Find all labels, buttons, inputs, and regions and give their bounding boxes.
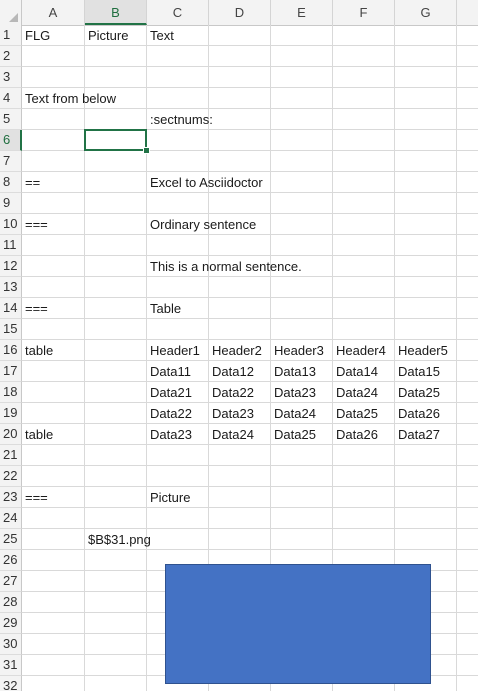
cell-d18[interactable]: Data22 [209,382,254,402]
row-header-15[interactable]: 15 [0,319,22,340]
row-header-25[interactable]: 25 [0,529,22,550]
cell-d17[interactable]: Data12 [209,361,254,381]
row-header-4[interactable]: 4 [0,88,22,109]
cell-f18[interactable]: Data24 [333,382,378,402]
cell-e16[interactable]: Header3 [271,340,324,360]
gridline-horizontal [22,549,478,550]
cell-g19[interactable]: Data26 [395,403,440,423]
cell-a10[interactable]: === [22,214,48,234]
row-header-24[interactable]: 24 [0,508,22,529]
gridline-horizontal [22,192,478,193]
gridline-horizontal [22,108,478,109]
cell-b25[interactable]: $B$31.png [85,529,151,549]
cell-c16[interactable]: Header1 [147,340,200,360]
cell-a4[interactable]: Text from below [22,88,116,108]
cell-d16[interactable]: Header2 [209,340,262,360]
column-header-c[interactable]: C [147,0,209,25]
cell-g16[interactable]: Header5 [395,340,448,360]
cell-c8[interactable]: Excel to Asciidoctor [147,172,263,192]
cell-c19[interactable]: Data22 [147,403,192,423]
cell-c5[interactable]: :sectnums: [147,109,213,129]
row-header-1[interactable]: 1 [0,25,22,46]
spreadsheet[interactable]: ABCDEFG 1 2 3 4 5 6 7 8 9 10 11 12 13 14 15 16 17 18 19 20 2… [0,0,478,691]
row-header-29[interactable]: 29 [0,613,22,634]
row-header-14[interactable]: 14 [0,298,22,319]
row-header-16[interactable]: 16 [0,340,22,361]
cell-g20[interactable]: Data27 [395,424,440,444]
active-cell-selection[interactable] [84,129,147,151]
cell-b1[interactable]: Picture [85,25,128,45]
cell-a16[interactable]: table [22,340,53,360]
cell-a8[interactable]: == [22,172,40,192]
column-header-b[interactable]: B [85,0,147,25]
cell-c18[interactable]: Data21 [147,382,192,402]
cell-g17[interactable]: Data15 [395,361,440,381]
cell-f19[interactable]: Data25 [333,403,378,423]
gridline-horizontal [22,66,478,67]
fill-handle[interactable] [143,147,150,154]
gridline-horizontal [22,486,478,487]
cell-e19[interactable]: Data24 [271,403,316,423]
gridline-horizontal [22,45,478,46]
row-header-7[interactable]: 7 [0,151,22,172]
row-header-32[interactable]: 32 [0,676,22,691]
cell-c12[interactable]: This is a normal sentence. [147,256,302,276]
row-header-30[interactable]: 30 [0,634,22,655]
row-header-6[interactable]: 6 [0,130,22,151]
row-header-11[interactable]: 11 [0,235,22,256]
row-header-5[interactable]: 5 [0,109,22,130]
cell-e18[interactable]: Data23 [271,382,316,402]
row-header-17[interactable]: 17 [0,361,22,382]
gridline-horizontal [22,234,478,235]
cell-a1[interactable]: FLG [22,25,50,45]
cell-c17[interactable]: Data11 [147,361,191,381]
row-header-28[interactable]: 28 [0,592,22,613]
row-header-27[interactable]: 27 [0,571,22,592]
cell-f20[interactable]: Data26 [333,424,378,444]
cell-e17[interactable]: Data13 [271,361,316,381]
row-header-23[interactable]: 23 [0,487,22,508]
gridline-horizontal [22,297,478,298]
gridline-horizontal [22,465,478,466]
gridline-horizontal [22,276,478,277]
row-header-26[interactable]: 26 [0,550,22,571]
row-header-13[interactable]: 13 [0,277,22,298]
row-header-9[interactable]: 9 [0,193,22,214]
row-header-3[interactable]: 3 [0,67,22,88]
cell-a14[interactable]: === [22,298,48,318]
select-all-corner[interactable] [0,0,22,25]
column-header-f[interactable]: F [333,0,395,25]
cell-g18[interactable]: Data25 [395,382,440,402]
cell-f16[interactable]: Header4 [333,340,386,360]
row-header-21[interactable]: 21 [0,445,22,466]
row-header-18[interactable]: 18 [0,382,22,403]
cell-e20[interactable]: Data25 [271,424,316,444]
column-header-e[interactable]: E [271,0,333,25]
cell-d20[interactable]: Data24 [209,424,254,444]
cell-a23[interactable]: === [22,487,48,507]
row-header-22[interactable]: 22 [0,466,22,487]
cell-c1[interactable]: Text [147,25,174,45]
gridline-horizontal [22,444,478,445]
row-header-8[interactable]: 8 [0,172,22,193]
column-header-g[interactable]: G [395,0,457,25]
cell-c20[interactable]: Data23 [147,424,192,444]
cell-c14[interactable]: Table [147,298,181,318]
row-header-20[interactable]: 20 [0,424,22,445]
cell-f17[interactable]: Data14 [333,361,378,381]
gridline-horizontal [22,318,478,319]
cell-c23[interactable]: Picture [147,487,190,507]
column-header-d[interactable]: D [209,0,271,25]
row-header-31[interactable]: 31 [0,655,22,676]
gridline-horizontal [22,507,478,508]
inserted-picture-rectangle[interactable] [165,564,431,684]
row-header-19[interactable]: 19 [0,403,22,424]
cell-c10[interactable]: Ordinary sentence [147,214,256,234]
row-header-2[interactable]: 2 [0,46,22,67]
column-header-a[interactable]: A [22,0,85,25]
cell-a20[interactable]: table [22,424,53,444]
row-header-10[interactable]: 10 [0,214,22,235]
row-header-12[interactable]: 12 [0,256,22,277]
cell-d19[interactable]: Data23 [209,403,254,423]
